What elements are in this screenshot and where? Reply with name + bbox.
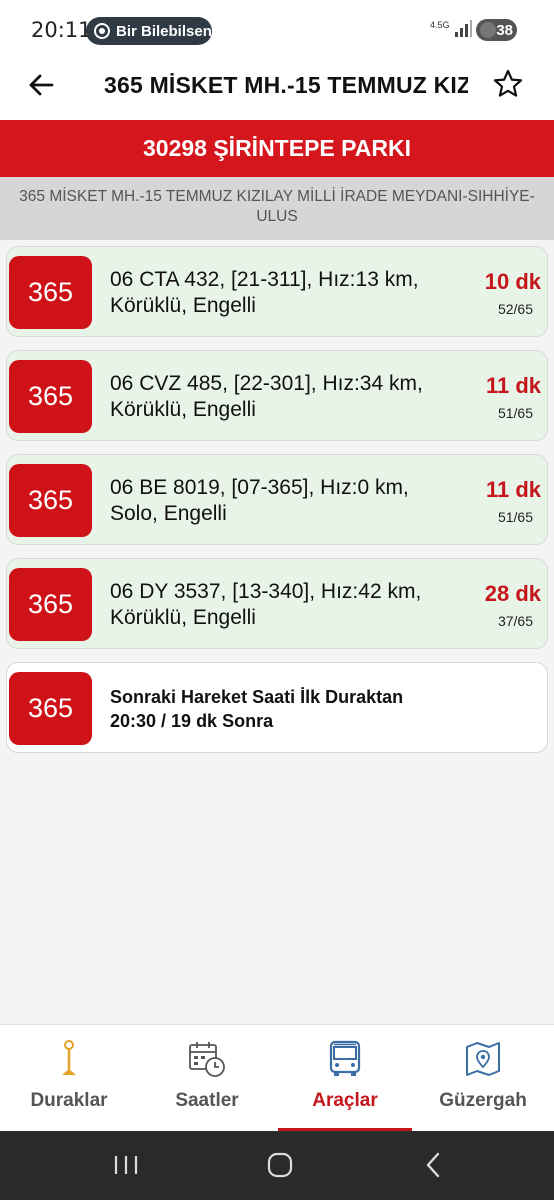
vehicle-details: 06 BE 8019, [07-365], Hız:0 km, xyxy=(110,476,409,499)
vehicle-details: 06 CVZ 485, [22-301], Hız:34 km, xyxy=(110,372,423,395)
arrow-left-icon[interactable] xyxy=(26,70,56,100)
nav-tab-araclar[interactable]: Araçlar xyxy=(276,1025,414,1132)
route-badge: 365 xyxy=(9,464,92,537)
vehicle-type: Körüklü, Engelli xyxy=(110,398,256,421)
recent-apps-icon[interactable] xyxy=(106,1147,146,1183)
vehicle-info: 06 DY 3537, [13-340], Hız:42 km, Körüklü… xyxy=(110,579,450,631)
stop-name-header: 30298 ŞİRİNTEPE PARKI xyxy=(0,120,554,177)
network-type: 4.5G xyxy=(430,20,450,30)
next-departure-time: 20:30 / 19 dk Sonra xyxy=(110,711,274,731)
vehicle-info: 06 CVZ 485, [22-301], Hız:34 km, Körüklü… xyxy=(110,371,450,423)
route-badge: 365 xyxy=(9,568,92,641)
system-navigation-bar xyxy=(0,1131,554,1200)
bus-stop-icon xyxy=(62,1040,76,1075)
bottom-navigation: Duraklar Saatler Araçlar Güzergah xyxy=(0,1024,554,1132)
route-description: 365 MİSKET MH.-15 TEMMUZ KIZILAY MİLLİ İ… xyxy=(0,177,554,240)
route-badge: 365 xyxy=(9,360,92,433)
nav-label: Duraklar xyxy=(30,1090,108,1111)
back-nav-icon[interactable] xyxy=(414,1147,454,1183)
next-departure-info: Sonraki Hareket Saati İlk Duraktan 20:30… xyxy=(110,685,510,733)
vehicle-card[interactable]: 365 06 BE 8019, [07-365], Hız:0 km, Solo… xyxy=(6,454,548,545)
eta-minutes: 11 dk xyxy=(485,477,541,502)
next-departure-title: Sonraki Hareket Saati İlk Duraktan xyxy=(110,687,404,707)
route-badge: 365 xyxy=(9,256,92,329)
battery-indicator: 38 xyxy=(476,19,517,41)
stop-progress: 51/65 xyxy=(497,405,533,421)
vehicle-details: 06 CTA 432, [21-311], Hız:13 km, xyxy=(110,268,419,291)
vehicle-type: Körüklü, Engelli xyxy=(110,294,256,317)
vehicle-type: Solo, Engelli xyxy=(110,502,227,525)
stop-progress: 52/65 xyxy=(497,301,533,317)
radio-icon xyxy=(94,23,110,39)
stop-progress: 51/65 xyxy=(497,509,533,525)
calendar-clock-icon xyxy=(189,1042,225,1077)
page-title: 365 MİSKET MH.-15 TEMMUZ KIZILAY MİLLİ İ… xyxy=(104,72,468,98)
route-badge: 365 xyxy=(9,672,92,745)
home-icon[interactable] xyxy=(260,1147,300,1183)
status-time: 20:11 xyxy=(31,18,92,42)
next-departure-card[interactable]: 365 Sonraki Hareket Saati İlk Duraktan 2… xyxy=(6,662,548,753)
notification-text: Bir Bilebilsen xyxy=(116,22,212,40)
app-bar: 365 MİSKET MH.-15 TEMMUZ KIZILAY MİLLİ İ… xyxy=(0,60,554,120)
nav-tab-duraklar[interactable]: Duraklar xyxy=(0,1025,138,1132)
nav-label: Güzergah xyxy=(439,1090,527,1111)
bus-icon xyxy=(329,1040,361,1076)
status-bar: 20:11 Bir Bilebilsen 4.5G 38 xyxy=(0,0,554,60)
star-outline-icon[interactable] xyxy=(492,68,524,100)
signal-icon xyxy=(455,20,472,37)
nav-label: Saatler xyxy=(175,1090,239,1111)
notification-pill[interactable]: Bir Bilebilsen xyxy=(86,17,212,45)
vehicle-info: 06 BE 8019, [07-365], Hız:0 km, Solo, En… xyxy=(110,475,450,527)
eta-minutes: 28 dk xyxy=(484,581,541,606)
vehicle-type: Körüklü, Engelli xyxy=(110,606,256,629)
nav-tab-guzergah[interactable]: Güzergah xyxy=(414,1025,552,1132)
battery-saver-icon xyxy=(480,22,496,38)
eta-minutes: 10 dk xyxy=(484,269,541,294)
nav-label: Araçlar xyxy=(312,1090,378,1111)
vehicle-details: 06 DY 3537, [13-340], Hız:42 km, xyxy=(110,580,422,603)
vehicle-card[interactable]: 365 06 CTA 432, [21-311], Hız:13 km, Kör… xyxy=(6,246,548,337)
eta-minutes: 11 dk xyxy=(485,373,541,398)
vehicle-card[interactable]: 365 06 DY 3537, [13-340], Hız:42 km, Kör… xyxy=(6,558,548,649)
stop-progress: 37/65 xyxy=(497,613,533,629)
vehicle-card[interactable]: 365 06 CVZ 485, [22-301], Hız:34 km, Kör… xyxy=(6,350,548,441)
nav-tab-saatler[interactable]: Saatler xyxy=(138,1025,276,1132)
map-icon xyxy=(466,1042,500,1076)
vehicle-info: 06 CTA 432, [21-311], Hız:13 km, Körüklü… xyxy=(110,267,450,319)
battery-level: 38 xyxy=(496,21,513,39)
